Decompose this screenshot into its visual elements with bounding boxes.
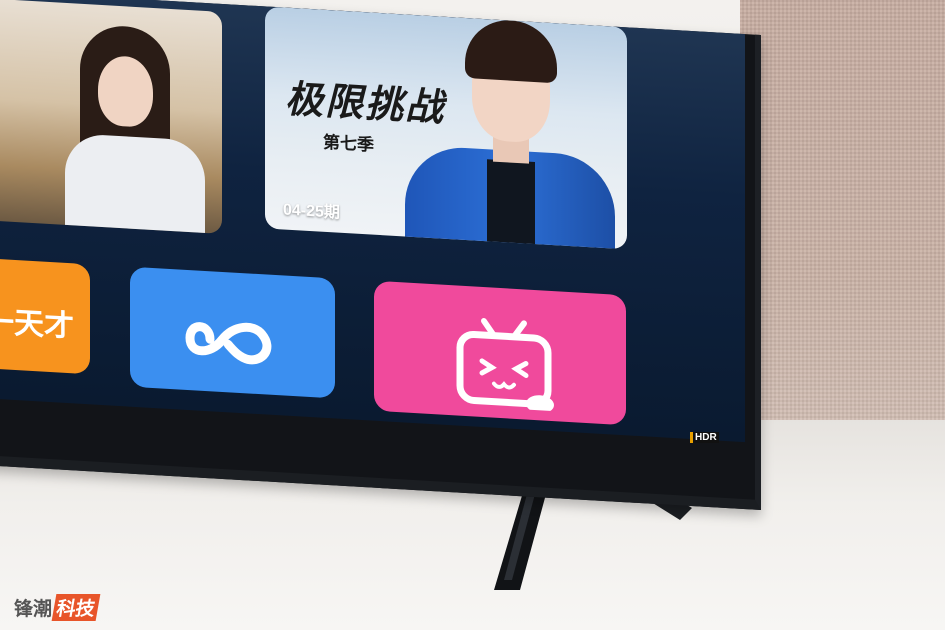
tv-screen: R 期 极限挑战 第七季 04-25期 一天才 [0,0,745,443]
poster-show-date: 04-25期 [283,201,340,222]
poster-host-shirt [487,159,535,250]
poster-drama[interactable]: R 期 [0,0,222,234]
app-tile-orange-label: 一天才 [0,305,74,344]
poster-show-title: 极限挑战 [285,78,446,130]
poster-variety-show[interactable]: 极限挑战 第七季 04-25期 [265,6,627,250]
app-tile-blue[interactable] [130,266,335,399]
bilibili-tv-icon [456,318,554,412]
app-tile-orange[interactable]: 一天才 [0,257,90,375]
poster-show-season: 第七季 [323,132,374,155]
fabric-wall [740,0,945,460]
infinity-cloud-icon [185,322,272,365]
app-tile-pink[interactable] [374,280,626,426]
watermark-part2: 科技 [51,594,101,621]
tv-frame: R 期 极限挑战 第七季 04-25期 一天才 [0,0,761,511]
poster-host-hair [465,17,557,84]
poster-person-body [65,132,205,234]
photo-scene: R 期 极限挑战 第七季 04-25期 一天才 [0,0,945,630]
watermark-logo: 锋潮 科技 [14,594,101,621]
watermark-part1: 锋潮 [14,599,53,620]
hdr-badge: HDR [690,432,719,443]
